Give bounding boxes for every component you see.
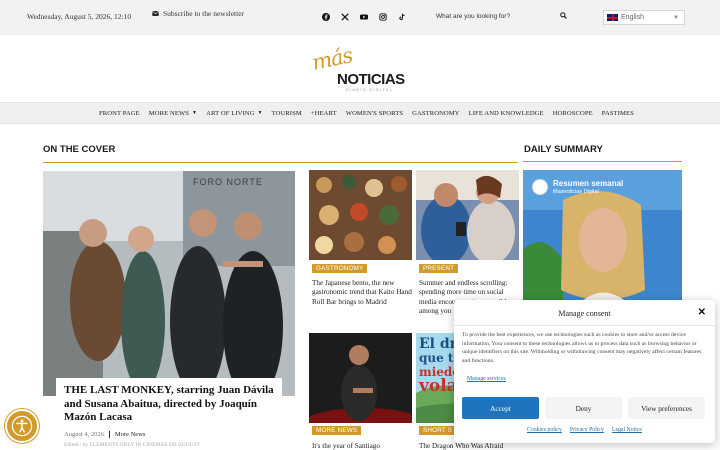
category-badge[interactable]: GASTRONOMY [312, 264, 368, 273]
chevron-down-icon: ▼ [257, 110, 263, 116]
cover-divider [43, 162, 518, 163]
facebook-icon[interactable] [321, 12, 330, 21]
article-card-santiago[interactable]: MORE NEWS It's the year of Santiago [309, 333, 412, 450]
consent-links: Cookies policy Privacy Policy Legal Noti… [454, 427, 715, 433]
top-bar: Wednesday, August 5, 2026, 12:10 Subscri… [0, 0, 720, 35]
nav-item-label: +HEART [310, 109, 337, 117]
channel-name: Masnoticias Digital [553, 189, 599, 195]
article-title[interactable]: It's the year of Santiago [312, 442, 412, 450]
nav-item-label: MORE NEWS [148, 109, 190, 117]
cookies-policy-link[interactable]: Cookies policy [527, 427, 562, 433]
video-title: Resumen semanal [553, 179, 624, 188]
privacy-policy-link[interactable]: Privacy Policy [570, 427, 604, 433]
logo-tagline: DIARIO DIGITAL [346, 88, 394, 92]
language-selector[interactable]: English ▼ [603, 10, 685, 25]
logo-noticias: NOTICIAS [337, 71, 405, 88]
nav-item-women-s-sports[interactable]: WOMEN'S SPORTS [346, 110, 403, 117]
chevron-down-icon: ▼ [673, 15, 679, 21]
main-nav: FRONT PAGE MORE NEWS ▼ ART OF LIVING ▼ TOURIS… [0, 102, 720, 124]
social-links [321, 12, 406, 21]
nav-item-label: LIFE AND KNOWLEDGE [468, 109, 544, 117]
feature-excerpt: Edited / by ELEMENTS ONLY IN CINEMAS ON … [64, 441, 201, 448]
newsletter-label: Subscribe to the newsletter [163, 9, 245, 18]
daily-summary-video[interactable]: Resumen semanal Masnoticias Digital [523, 170, 682, 310]
feature-category[interactable]: More News [110, 431, 146, 438]
consent-divider [454, 325, 715, 326]
nav-item-heart[interactable]: +HEART [311, 110, 337, 117]
search-input[interactable] [433, 12, 553, 20]
article-title[interactable]: The Japanese bento, the new gastronomic … [312, 279, 412, 307]
accept-button[interactable]: Accept [462, 397, 539, 419]
article-image[interactable] [416, 170, 519, 260]
legal-notice-link[interactable]: Legal Notice [612, 427, 642, 433]
nav-item-tourism[interactable]: TOURISM [272, 110, 302, 117]
accessibility-icon [11, 415, 33, 437]
newsletter-link[interactable]: Subscribe to the newsletter [152, 9, 244, 18]
article-title[interactable]: The Dragon Who Was Afraid [419, 442, 519, 450]
nav-item-pastimes[interactable]: PASTIMES [602, 110, 634, 117]
feature-image[interactable]: FORO NORTE [43, 171, 295, 396]
language-label: English [621, 14, 644, 21]
feature-card: THE LAST MONKEY, starring Juan Dávila an… [56, 378, 282, 450]
nav-item-label: ART OF LIVING [206, 109, 255, 117]
feature-meta: August 4, 2026 More News [64, 430, 274, 438]
nav-item-more-news[interactable]: MORE NEWS ▼ [149, 110, 197, 117]
envelope-icon [152, 10, 159, 16]
cookie-consent-modal: Manage consent ✕ To provide the best exp… [454, 300, 715, 443]
nav-item-label: TOURISM [271, 109, 302, 117]
close-icon[interactable]: ✕ [698, 307, 706, 318]
instagram-icon[interactable] [378, 12, 387, 21]
x-icon[interactable] [340, 12, 349, 21]
on-the-cover-heading: ON THE COVER [43, 144, 116, 155]
article-image[interactable] [309, 170, 412, 260]
deny-button[interactable]: Deny [545, 397, 622, 419]
nav-item-label: FRONT PAGE [99, 109, 140, 117]
nav-item-front-page[interactable]: FRONT PAGE [99, 110, 140, 117]
manage-services-link[interactable]: Manage services [467, 376, 506, 382]
nav-item-life-and-knowledge[interactable]: LIFE AND KNOWLEDGE [469, 110, 544, 117]
article-card-scrolling[interactable]: PRESENT Summer and endless scrolling: sp… [416, 170, 519, 315]
accessibility-button[interactable] [5, 409, 39, 443]
nav-item-art-of-living[interactable]: ART OF LIVING ▼ [206, 110, 262, 117]
feature-title[interactable]: THE LAST MONKEY, starring Juan Dávila an… [64, 384, 274, 425]
site-logo[interactable]: más NOTICIAS DIARIO DIGITAL [310, 43, 405, 95]
article-image[interactable] [309, 333, 412, 423]
nav-item-label: WOMEN'S SPORTS [345, 109, 404, 117]
view-preferences-button[interactable]: View preferences [628, 397, 705, 419]
nav-item-label: HOROSCOPE [552, 109, 593, 117]
current-date: Wednesday, August 5, 2026, 12:10 [27, 12, 132, 21]
article-card-bento[interactable]: GASTRONOMY The Japanese bento, the new g… [309, 170, 412, 306]
channel-avatar [532, 179, 548, 195]
consent-title: Manage consent [558, 309, 611, 318]
category-badge[interactable]: MORE NEWS [312, 426, 362, 435]
category-badge[interactable]: PRESENT [419, 264, 459, 273]
youtube-icon[interactable] [359, 12, 368, 21]
tiktok-icon[interactable] [397, 12, 406, 21]
chevron-down-icon: ▼ [192, 110, 198, 116]
nav-item-gastronomy[interactable]: GASTRONOMY [412, 110, 460, 117]
nav-item-horoscope[interactable]: HOROSCOPE [553, 110, 593, 117]
search-box [433, 9, 573, 23]
uk-flag-icon [607, 14, 618, 21]
nav-item-label: GASTRONOMY [412, 109, 460, 117]
feature-date: August 4, 2026 [64, 430, 110, 438]
foro-norte-sign: FORO NORTE [193, 177, 263, 187]
search-icon[interactable] [560, 12, 567, 19]
daily-divider [523, 161, 682, 162]
video-header: Resumen semanal Masnoticias Digital [532, 179, 623, 195]
daily-summary-heading: DAILY SUMMARY [524, 144, 603, 155]
category-badge[interactable]: SHORT S [419, 426, 457, 435]
consent-buttons: Accept Deny View preferences [462, 397, 705, 419]
nav-item-label: PASTIMES [601, 109, 634, 117]
consent-body: To provide the best experiences, we use … [462, 332, 702, 364]
